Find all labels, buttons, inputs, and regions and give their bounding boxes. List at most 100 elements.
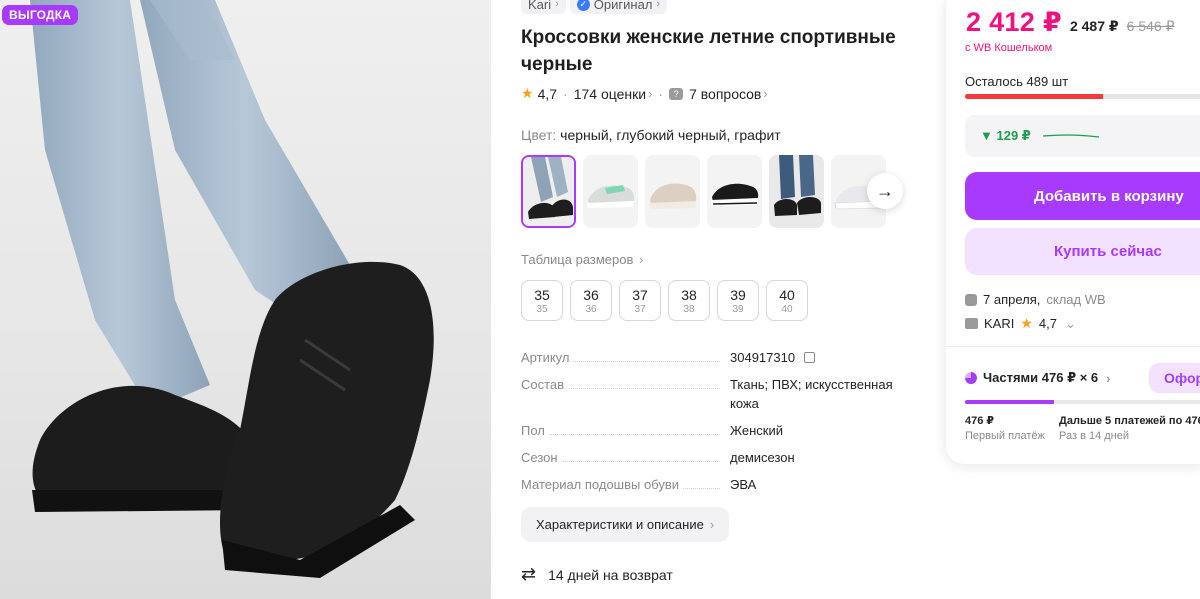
installments-link[interactable]: Частями 476 ₽ × 6 › bbox=[965, 370, 1111, 386]
return-info: ⇄ 14 дней на возврат bbox=[521, 564, 673, 585]
installments-progress bbox=[965, 400, 1200, 404]
sneaker-thumb-icon bbox=[645, 155, 700, 228]
spec-key: Пол bbox=[521, 423, 549, 438]
spec-key: Сезон bbox=[521, 450, 562, 465]
delivery-date: 7 апреля, bbox=[983, 292, 1041, 307]
thumb-black-on-model[interactable] bbox=[521, 155, 576, 228]
chevron-right-icon: › bbox=[763, 86, 768, 101]
sneaker-thumb-icon bbox=[707, 155, 762, 228]
original-chip[interactable]: ✓ Оригинал › bbox=[569, 0, 668, 14]
shop-icon bbox=[965, 318, 978, 329]
delivery-place: склад WB bbox=[1046, 292, 1106, 307]
chevron-right-icon: › bbox=[648, 86, 653, 101]
size-option[interactable]: 38 38 bbox=[668, 280, 710, 321]
price-history[interactable]: ▼ 129 ₽ bbox=[965, 115, 1200, 157]
shop-info[interactable]: KARI ★ 4,7 ⌄ bbox=[965, 315, 1076, 332]
next-payments: Дальше 5 платежей по 476 ₽ Раз в 14 дней bbox=[1059, 414, 1200, 442]
spec-row: Пол Женский bbox=[521, 421, 911, 440]
characteristics-button[interactable]: Характеристики и описание › bbox=[521, 507, 730, 542]
separator-dot: · bbox=[563, 85, 568, 102]
size-option[interactable]: 39 39 bbox=[717, 280, 759, 321]
first-payment: 476 ₽ Первый платёж bbox=[965, 414, 1045, 442]
thumb-black-white-sole[interactable] bbox=[707, 155, 762, 228]
chevron-right-icon: › bbox=[555, 0, 559, 10]
installments-button[interactable]: Оформить bbox=[1149, 363, 1200, 393]
size-eu: 40 bbox=[781, 304, 793, 315]
spec-key: Материал подошвы обуви bbox=[521, 477, 684, 492]
size-ru: 39 bbox=[730, 287, 746, 303]
stock-bar-fill bbox=[965, 94, 1103, 99]
chevron-down-icon: ⌄ bbox=[1064, 315, 1076, 331]
size-ru: 35 bbox=[534, 287, 550, 303]
size-eu: 35 bbox=[536, 304, 548, 315]
reviews-link[interactable]: 174 оценки bbox=[574, 86, 646, 102]
spec-key: Артикул bbox=[521, 350, 574, 365]
size-option[interactable]: 35 35 bbox=[521, 280, 563, 321]
star-icon: ★ bbox=[1020, 315, 1033, 331]
size-ru: 40 bbox=[779, 287, 795, 303]
size-eu: 38 bbox=[683, 304, 695, 315]
installments-progress-fill bbox=[965, 400, 1055, 404]
divider bbox=[946, 346, 1200, 347]
rating-row: ★ 4,7 · 174 оценки › · ? 7 вопросов › bbox=[521, 85, 768, 102]
chevron-right-icon: › bbox=[1106, 370, 1111, 386]
size-option[interactable]: 40 40 bbox=[766, 280, 808, 321]
price-old: 6 546 ₽ bbox=[1126, 18, 1175, 34]
size-eu: 39 bbox=[732, 304, 744, 315]
brand-chip[interactable]: Kari › bbox=[521, 0, 566, 14]
color-thumbnails bbox=[521, 155, 886, 228]
color-line: Цвет: черный, глубокий черный, графит bbox=[521, 127, 781, 143]
spec-key: Состав bbox=[521, 377, 569, 392]
size-eu: 36 bbox=[585, 304, 597, 315]
shop-name: KARI bbox=[984, 316, 1015, 331]
add-to-cart-button[interactable]: Добавить в корзину bbox=[965, 172, 1200, 220]
size-eu: 37 bbox=[634, 304, 646, 315]
size-option[interactable]: 37 37 bbox=[619, 280, 661, 321]
chevron-right-icon: › bbox=[656, 0, 661, 10]
sneakers-photo-illustration bbox=[30, 0, 434, 578]
price-drop: ▼ 129 ₽ bbox=[980, 128, 1031, 143]
delivery-info: 7 апреля, склад WB bbox=[965, 292, 1106, 307]
spec-row: Материал подошвы обуви ЭВА bbox=[521, 475, 911, 494]
stock-remaining: Осталось 489 шт bbox=[965, 74, 1069, 89]
product-chips: Kari › ✓ Оригинал › bbox=[521, 0, 668, 14]
spec-value: Ткань; ПВХ; искусственная кожа bbox=[730, 377, 893, 411]
spec-value: Женский bbox=[730, 423, 783, 438]
shop-rating: 4,7 bbox=[1038, 316, 1057, 331]
price-trend-sparkline-icon bbox=[1042, 134, 1099, 138]
buy-card: 2 412 ₽ 2 487 ₽ 6 546 ₽ с WB Кошельком О… bbox=[946, 0, 1200, 464]
price-regular: 2 487 ₽ bbox=[1069, 18, 1119, 34]
wallet-note: с WB Кошельком bbox=[965, 42, 1053, 54]
price-row: 2 412 ₽ 2 487 ₽ 6 546 ₽ bbox=[966, 7, 1174, 38]
sneaker-thumb-icon bbox=[523, 157, 574, 226]
return-text: 14 дней на возврат bbox=[548, 566, 673, 583]
size-table-label: Таблица размеров bbox=[521, 252, 634, 267]
product-photo[interactable]: ВЫГОДКА bbox=[0, 0, 491, 599]
buy-now-button[interactable]: Купить сейчас bbox=[965, 228, 1200, 275]
thumb-mint[interactable] bbox=[583, 155, 638, 228]
characteristics-label: Характеристики и описание bbox=[536, 517, 704, 532]
stock-bar bbox=[965, 94, 1200, 99]
spec-row: Артикул 304917310 bbox=[521, 348, 911, 367]
sneaker-thumb-icon bbox=[769, 155, 824, 228]
size-ru: 38 bbox=[681, 287, 697, 303]
spec-value: демисезон bbox=[730, 450, 795, 465]
installments-pie-icon bbox=[965, 372, 977, 384]
next-payments-label: Раз в 14 дней bbox=[1059, 430, 1130, 442]
copy-icon[interactable] bbox=[803, 352, 815, 363]
thumb-black-with-jeans[interactable] bbox=[769, 155, 824, 228]
thumbnails-next-arrow-icon[interactable]: → bbox=[867, 173, 903, 209]
size-ru: 37 bbox=[632, 287, 648, 303]
thumb-beige[interactable] bbox=[645, 155, 700, 228]
chevron-right-icon: › bbox=[639, 252, 644, 267]
size-table-link[interactable]: Таблица размеров › bbox=[521, 252, 643, 267]
star-icon: ★ bbox=[521, 85, 534, 101]
spec-value: 304917310 bbox=[730, 350, 796, 365]
first-payment-label: Первый платёж bbox=[965, 430, 1045, 442]
questions-link[interactable]: 7 вопросов bbox=[689, 86, 761, 102]
size-option[interactable]: 36 36 bbox=[570, 280, 612, 321]
color-label: Цвет: bbox=[521, 127, 557, 143]
chevron-right-icon: › bbox=[709, 517, 715, 532]
price-wallet: 2 412 ₽ bbox=[966, 7, 1062, 37]
size-selector: 35 35 36 36 37 37 38 38 39 39 40 40 bbox=[521, 280, 808, 321]
